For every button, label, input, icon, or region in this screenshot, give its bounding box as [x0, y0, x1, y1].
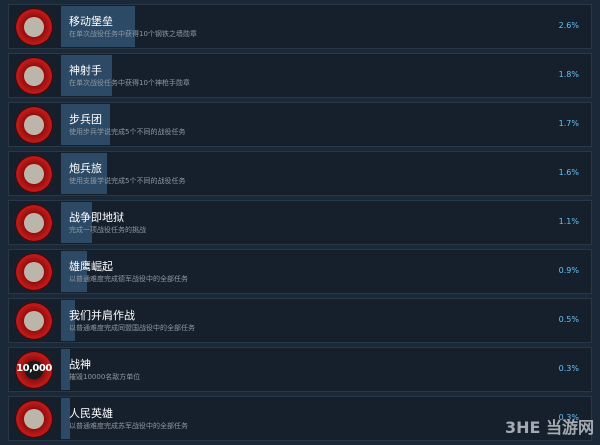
eagle-emblem-icon: [15, 253, 53, 291]
badge-emblem: [24, 66, 44, 86]
achievement-list: 移动堡垒 在单次战役任务中获得10个钢铁之墙勋章 2.6% 神射手 在单次战役任务中获得…: [8, 4, 592, 445]
achievement-row[interactable]: 10,000 战神摧毁10000名敌方单位 0.3%: [8, 347, 592, 392]
achievement-title: 战争即地狱: [69, 211, 124, 224]
achievement-description: 摧毁10000名敌方单位: [69, 373, 141, 381]
badge-emblem: [24, 17, 44, 37]
achievement-description: 完成一项战役任务的挑战: [69, 226, 146, 234]
badge-emblem: [24, 164, 44, 184]
achievement-row[interactable]: 移动堡垒在单次战役任务中获得10个钢铁之墙勋章 2.6%: [8, 4, 592, 49]
achievement-row[interactable]: 炮兵旅使用支援学说完成5个不同的战役任务 1.6%: [8, 151, 592, 196]
achievement-description: 以普通难度完成同盟国战役中的全部任务: [69, 324, 195, 332]
unlock-percentage: 1.1%: [558, 217, 579, 226]
achievement-title: 战神: [69, 358, 91, 371]
achievement-description: 以普通难度完成苏军战役中的全部任务: [69, 422, 188, 430]
badge-emblem: [24, 262, 44, 282]
achievement-title: 移动堡垒: [69, 15, 113, 28]
achievement-title: 人民英雄: [69, 407, 113, 420]
achievement-row[interactable]: 战争即地狱完成一项战役任务的挑战 1.1%: [8, 200, 592, 245]
crossed-rifles-icon: [15, 57, 53, 95]
badge-emblem: [24, 409, 44, 429]
unlock-percentage: 0.5%: [558, 315, 579, 324]
achievement-description: 以普通难度完成德军战役中的全部任务: [69, 275, 188, 283]
achievement-title: 炮兵旅: [69, 162, 102, 175]
achievement-description: 在单次战役任务中获得10个钢铁之墙勋章: [69, 30, 197, 38]
badge-text: 10,000: [16, 363, 52, 374]
achievement-row[interactable]: 步兵团使用步兵学说完成5个不同的战役任务 1.7%: [8, 102, 592, 147]
unlock-percentage: 1.7%: [558, 119, 579, 128]
unlock-percentage: 1.6%: [558, 168, 579, 177]
achievement-description: 使用步兵学说完成5个不同的战役任务: [69, 128, 186, 136]
achievement-title: 雄鹰崛起: [69, 260, 113, 273]
crossed-swords-icon: [15, 302, 53, 340]
badge-emblem: [24, 311, 44, 331]
unlock-percentage: 2.6%: [558, 21, 579, 30]
achievement-row[interactable]: 我们并肩作战以普通难度完成同盟国战役中的全部任务 0.5%: [8, 298, 592, 343]
infantry-soldier-icon: [15, 106, 53, 144]
badge-emblem: [24, 115, 44, 135]
achievement-title: 步兵团: [69, 113, 102, 126]
explosion-cloud-icon: [15, 204, 53, 242]
artillery-gun-icon: [15, 155, 53, 193]
achievement-row[interactable]: 雄鹰崛起以普通难度完成德军战役中的全部任务 0.9%: [8, 249, 592, 294]
watermark: 3HE 当游网: [504, 418, 594, 437]
unlock-percentage: 1.8%: [558, 70, 579, 79]
tank-icon: [15, 8, 53, 46]
10000-badge-icon: 10,000: [15, 351, 53, 389]
unlock-percentage: 0.9%: [558, 266, 579, 275]
achievement-description: 使用支援学说完成5个不同的战役任务: [69, 177, 186, 185]
unlock-percentage: 0.3%: [558, 364, 579, 373]
achievement-description: 在单次战役任务中获得10个神枪手勋章: [69, 79, 190, 87]
soviet-soldier-icon: [15, 400, 53, 438]
badge-emblem: [24, 213, 44, 233]
achievement-title: 我们并肩作战: [69, 309, 135, 322]
achievement-row[interactable]: 神射手在单次战役任务中获得10个神枪手勋章 1.8%: [8, 53, 592, 98]
achievement-title: 神射手: [69, 64, 102, 77]
